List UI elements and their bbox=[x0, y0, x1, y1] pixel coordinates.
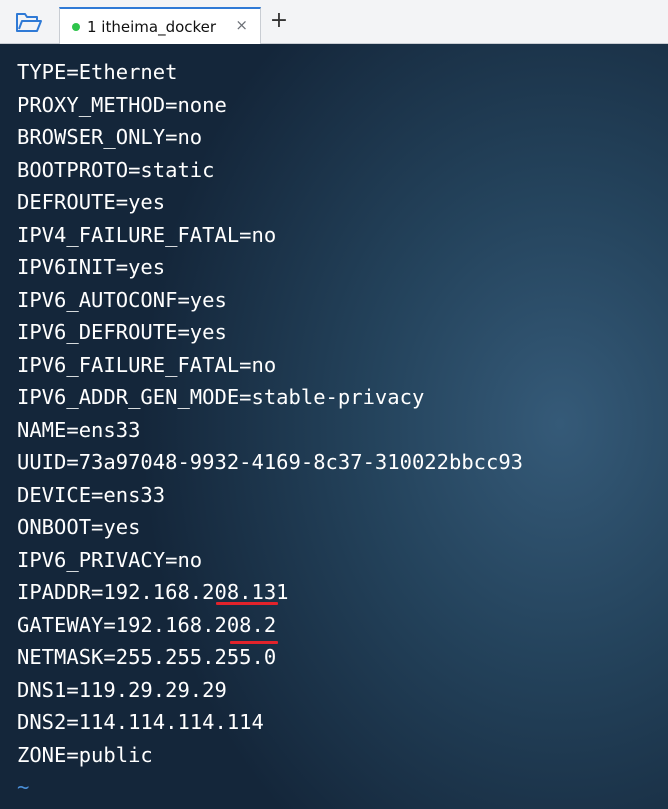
open-session-button[interactable] bbox=[14, 11, 44, 35]
config-line: IPV6_DEFROUTE=yes bbox=[17, 320, 227, 344]
terminal-lines: TYPE=Ethernet PROXY_METHOD=none BROWSER_… bbox=[17, 56, 523, 804]
config-line: ONBOOT=yes bbox=[17, 515, 141, 539]
gateway-subnet-highlight bbox=[230, 641, 278, 644]
config-line: UUID=73a97048-9932-4169-8c37-310022bbcc9… bbox=[17, 450, 524, 474]
tab-label: 1 itheima_docker bbox=[87, 17, 217, 36]
config-line: DEVICE=ens33 bbox=[17, 482, 166, 507]
config-line: IPV6INIT=yes bbox=[17, 255, 166, 279]
config-line: IPV4_FAILURE_FATAL=no bbox=[17, 222, 277, 247]
connection-status-dot bbox=[72, 22, 80, 31]
config-line: IPV6_ADDR_GEN_MODE=stable-privacy bbox=[17, 385, 425, 409]
config-line: NETMASK=255.255.255.0 bbox=[17, 645, 277, 669]
config-line-gateway: GATEWAY=192.168.208.2 bbox=[17, 612, 277, 637]
new-tab-button[interactable]: + bbox=[268, 10, 290, 32]
ipaddr-subnet-highlight bbox=[216, 602, 278, 605]
vim-empty-line-marker: ~ bbox=[17, 775, 30, 799]
config-line: DEFROUTE=yes bbox=[17, 190, 166, 214]
config-line: NAME=ens33 bbox=[17, 417, 141, 442]
config-line: DNS1=119.29.29.29 bbox=[17, 677, 227, 702]
config-line: IPV6_FAILURE_FATAL=no bbox=[17, 352, 277, 377]
config-line: TYPE=Ethernet bbox=[17, 60, 178, 84]
folder-open-icon bbox=[16, 13, 42, 32]
terminal-output[interactable]: TYPE=Ethernet PROXY_METHOD=none BROWSER_… bbox=[0, 44, 668, 809]
config-line: IPV6_PRIVACY=no bbox=[17, 547, 203, 572]
config-line: BROWSER_ONLY=no bbox=[17, 125, 203, 149]
config-line: ZONE=public bbox=[17, 742, 153, 767]
config-line: PROXY_METHOD=none bbox=[17, 92, 227, 117]
close-tab-icon[interactable]: × bbox=[235, 18, 248, 33]
config-line: DNS2=114.114.114.114 bbox=[17, 710, 264, 734]
tab-bar: 1 itheima_docker × + bbox=[0, 0, 668, 44]
config-line: IPV6_AUTOCONF=yes bbox=[17, 287, 227, 312]
config-line: BOOTPROTO=static bbox=[17, 157, 215, 182]
terminal-window: 1 itheima_docker × + TYPE=Ethernet PROXY… bbox=[0, 0, 668, 809]
tab-session[interactable]: 1 itheima_docker × bbox=[59, 7, 261, 44]
